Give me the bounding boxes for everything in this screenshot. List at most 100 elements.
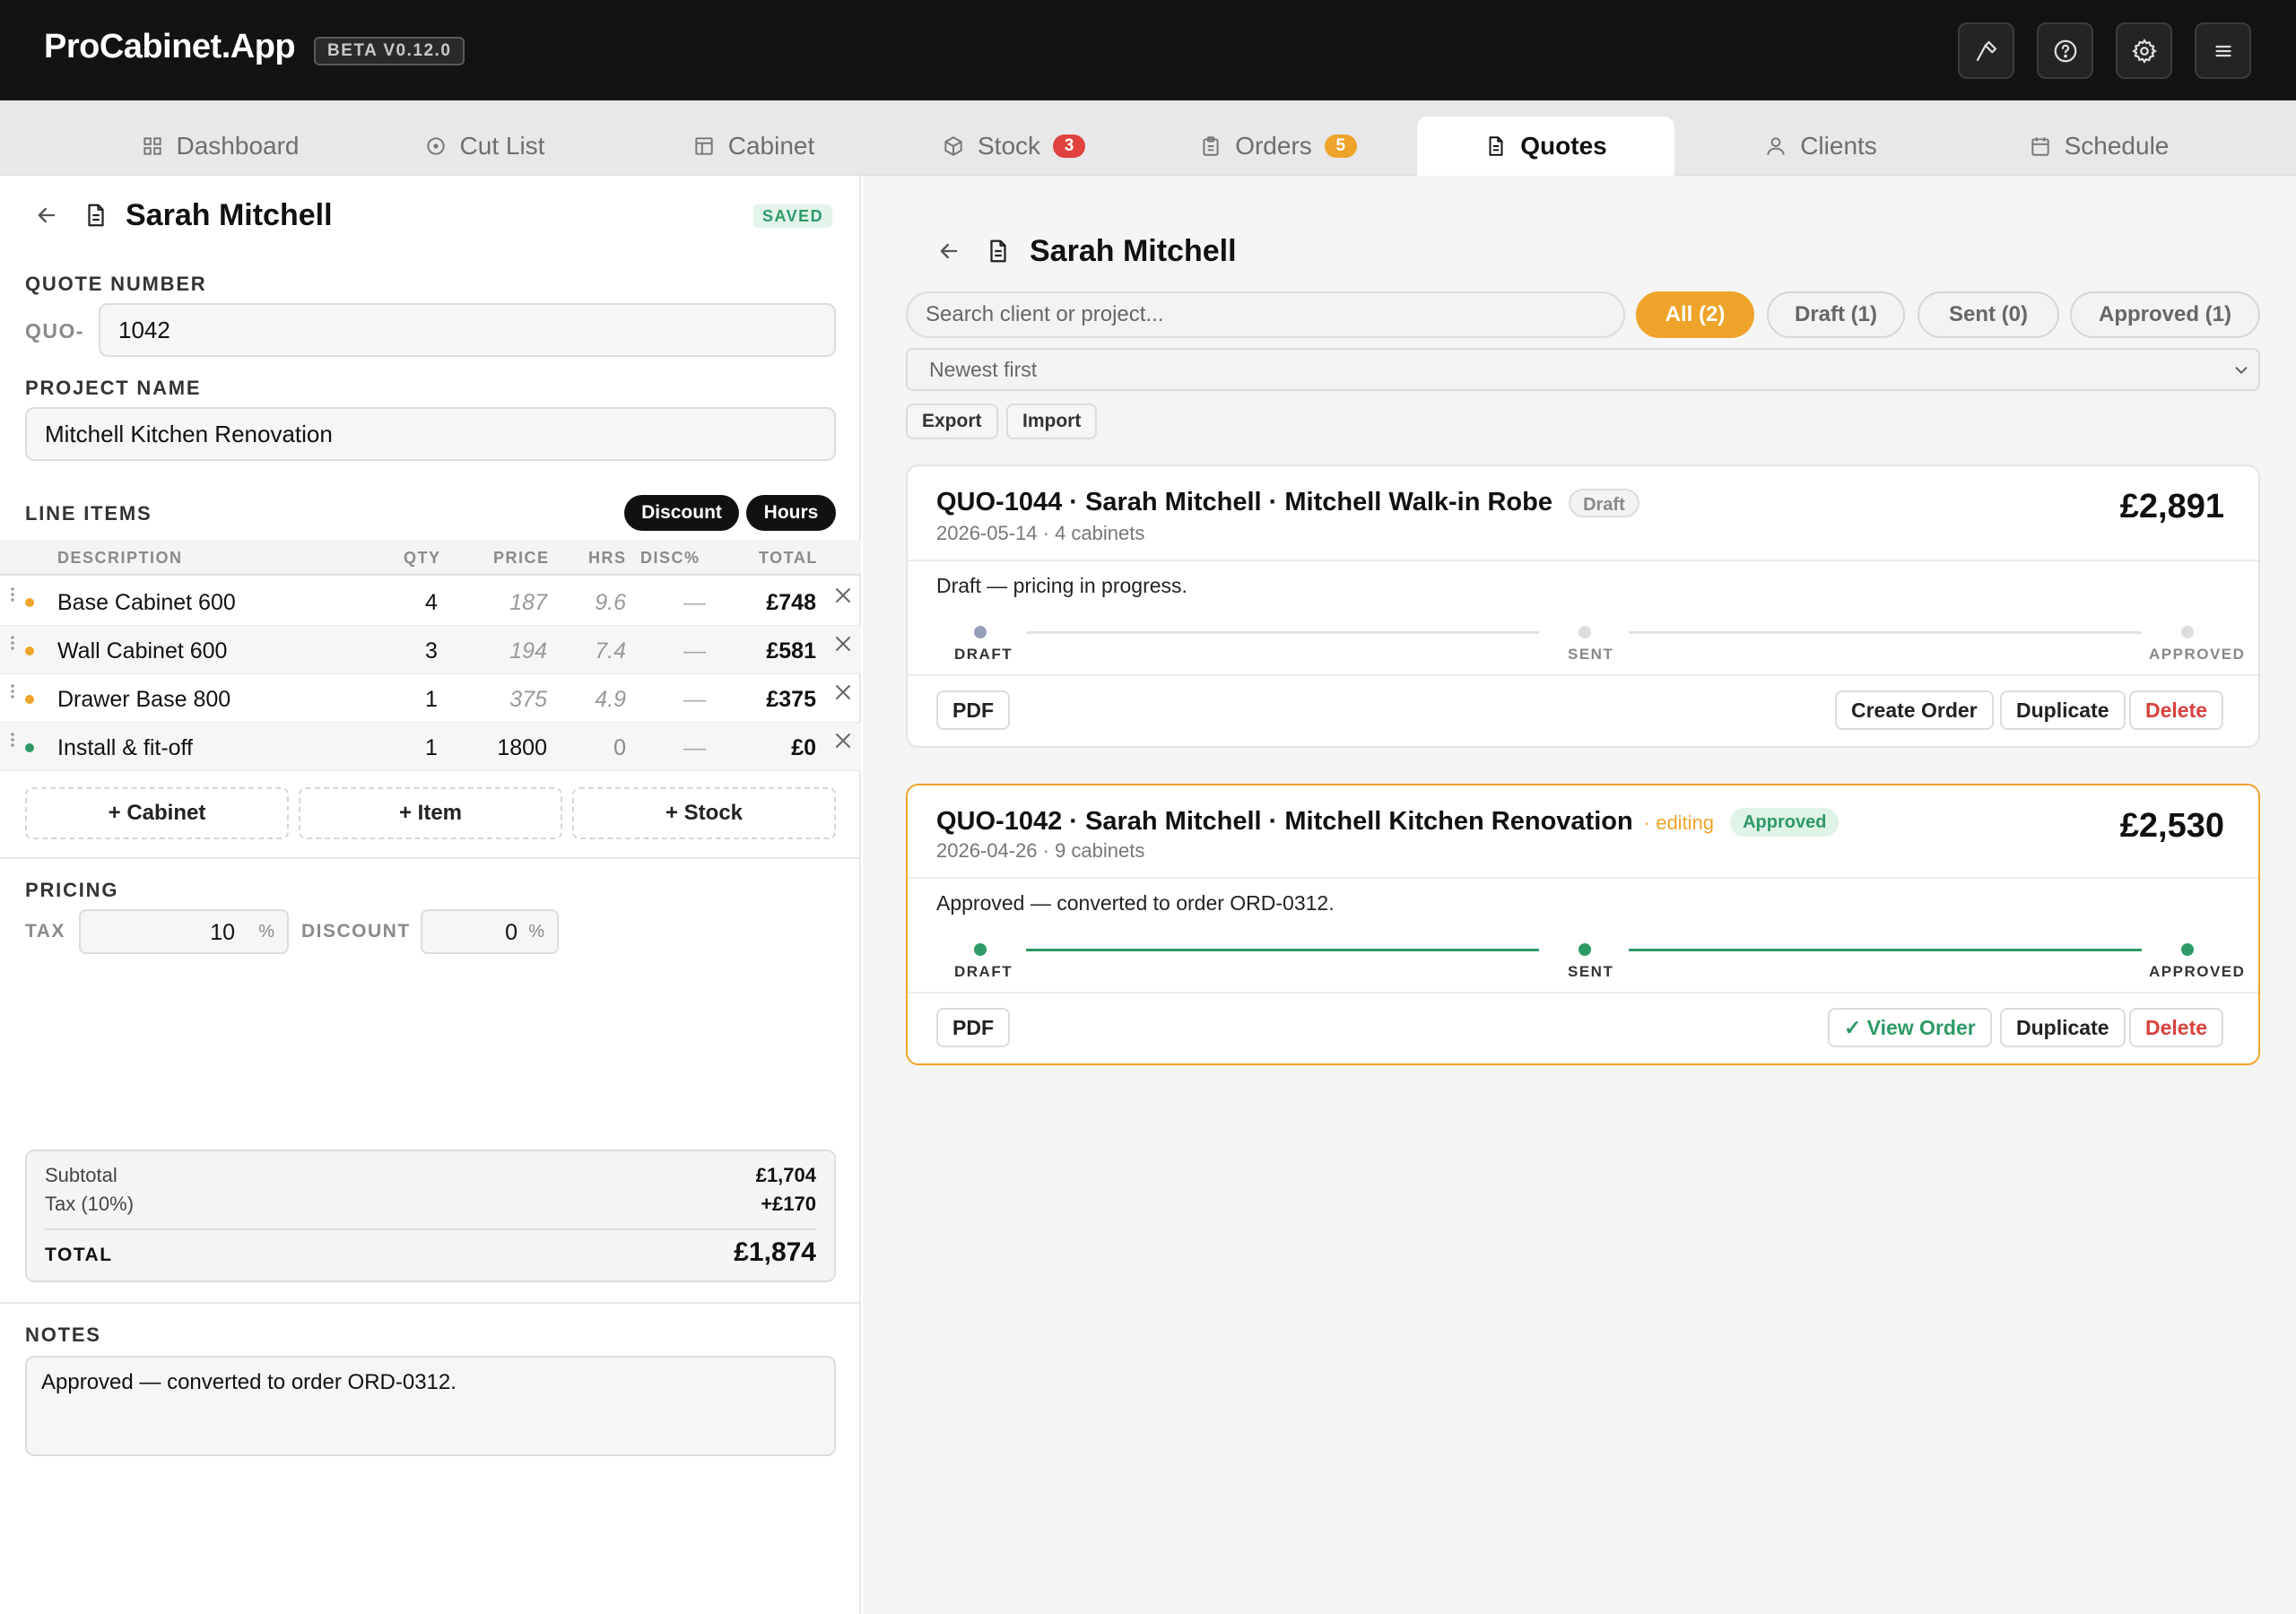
total-value: £1,874 xyxy=(734,1237,816,1267)
app-name: ProCabinet.App xyxy=(44,28,296,65)
export-button[interactable]: Export xyxy=(906,404,998,439)
item-description[interactable]: Install & fit-off xyxy=(57,735,193,761)
stage-label-draft: DRAFT xyxy=(954,963,1013,980)
view-order-button[interactable]: ✓ View Order xyxy=(1828,1008,1992,1047)
item-description[interactable]: Base Cabinet 600 xyxy=(57,590,236,616)
quote-card-selected[interactable]: QUO-1042 · Sarah Mitchell · Mitchell Kit… xyxy=(906,784,2260,1065)
drag-handle-icon[interactable] xyxy=(11,586,14,603)
item-hours[interactable]: 7.4 xyxy=(595,638,626,664)
tax-input[interactable]: 10 % xyxy=(79,909,289,954)
item-description[interactable]: Wall Cabinet 600 xyxy=(57,638,227,664)
filter-approved[interactable]: Approved (1) xyxy=(2070,291,2260,338)
discount-input[interactable]: 0 % xyxy=(421,909,559,954)
progress-dot-draft xyxy=(974,943,987,956)
add-cabinet-button[interactable]: + Cabinet xyxy=(25,787,289,839)
back-arrow-icon[interactable] xyxy=(936,239,961,264)
item-discount[interactable]: — xyxy=(683,638,706,664)
quote-meta: 2026-05-14 · 4 cabinets xyxy=(936,522,1145,544)
help-button[interactable] xyxy=(2037,22,2093,79)
search-input[interactable]: Search client or project... xyxy=(906,291,1625,338)
item-hours[interactable]: 4.9 xyxy=(595,687,626,713)
tab-orders[interactable]: Orders 5 xyxy=(1184,117,1372,176)
pdf-button[interactable]: PDF xyxy=(936,1008,1010,1047)
tab-label: Quotes xyxy=(1520,132,1607,160)
tools-button[interactable] xyxy=(1958,22,2014,79)
quote-number-input[interactable]: 1042 xyxy=(99,303,836,357)
document-icon xyxy=(990,239,1006,263)
item-type-dot xyxy=(25,646,34,655)
remove-item-icon[interactable] xyxy=(832,681,854,703)
drag-handle-icon[interactable] xyxy=(11,732,14,748)
line-item-row: Install & fit-off 1 1800 0 — £0 xyxy=(0,723,861,771)
tax-label: TAX xyxy=(25,921,65,941)
item-discount[interactable]: — xyxy=(683,735,706,761)
saw-icon xyxy=(426,137,445,155)
top-bar: ProCabinet.App BETA V0.12.0 xyxy=(0,0,2296,100)
filter-sent[interactable]: Sent (0) xyxy=(1918,291,2059,338)
remove-item-icon[interactable] xyxy=(832,585,854,606)
tab-cabinet[interactable]: Cabinet xyxy=(664,117,843,176)
quotes-list-panel: Sarah Mitchell Search client or project.… xyxy=(863,176,2296,1614)
filter-draft[interactable]: Draft (1) xyxy=(1767,291,1905,338)
tab-dashboard[interactable]: Dashboard xyxy=(117,117,323,176)
item-qty[interactable]: 3 xyxy=(425,638,438,664)
item-price[interactable]: 187 xyxy=(509,590,547,616)
tab-bar: Dashboard Cut List Cabinet Stock 3 Order… xyxy=(0,100,2296,176)
item-qty[interactable]: 1 xyxy=(425,735,438,761)
drag-handle-icon[interactable] xyxy=(11,683,14,699)
discount-toggle[interactable]: Discount xyxy=(624,495,739,531)
settings-button[interactable] xyxy=(2116,22,2172,79)
back-arrow-icon[interactable] xyxy=(34,203,59,228)
line-item-row: Drawer Base 800 1 375 4.9 — £375 xyxy=(0,674,861,723)
create-order-button[interactable]: Create Order xyxy=(1835,690,1994,730)
tab-quotes[interactable]: Quotes xyxy=(1417,117,1674,176)
tab-label: Dashboard xyxy=(176,132,300,160)
item-price[interactable]: 375 xyxy=(509,687,547,713)
progress-dot-draft xyxy=(974,626,987,638)
item-qty[interactable]: 1 xyxy=(425,687,438,713)
item-discount[interactable]: — xyxy=(683,590,706,616)
tab-clients[interactable]: Clients xyxy=(1731,117,1910,176)
project-name-input[interactable]: Mitchell Kitchen Renovation xyxy=(25,407,836,461)
duplicate-button[interactable]: Duplicate xyxy=(2000,690,2126,730)
item-price[interactable]: 1800 xyxy=(497,735,547,761)
divider xyxy=(0,1302,861,1304)
tax-line-label: Tax (10%) xyxy=(45,1193,135,1215)
hours-toggle[interactable]: Hours xyxy=(746,495,836,531)
drag-handle-icon[interactable] xyxy=(11,635,14,651)
item-total: £375 xyxy=(766,687,816,712)
tab-cut-list[interactable]: Cut List xyxy=(395,117,574,176)
item-hours[interactable]: 0 xyxy=(613,735,626,761)
delete-button[interactable]: Delete xyxy=(2129,690,2224,730)
add-item-button[interactable]: + Item xyxy=(299,787,562,839)
remove-item-icon[interactable] xyxy=(832,730,854,751)
progress-line xyxy=(1629,631,2142,634)
line-item-row: Base Cabinet 600 4 187 9.6 — £748 xyxy=(0,577,861,626)
quote-title: QUO-1044 · Sarah Mitchell · Mitchell Wal… xyxy=(936,488,1552,516)
stock-count-badge: 3 xyxy=(1053,134,1086,158)
tab-schedule[interactable]: Schedule xyxy=(1991,117,2206,176)
menu-button[interactable] xyxy=(2195,22,2251,79)
pdf-button[interactable]: PDF xyxy=(936,690,1010,730)
item-discount[interactable]: — xyxy=(683,687,706,713)
document-icon xyxy=(1489,136,1503,156)
add-stock-button[interactable]: + Stock xyxy=(572,787,836,839)
tab-stock[interactable]: Stock 3 xyxy=(924,117,1103,176)
notes-textarea[interactable]: Approved — converted to order ORD-0312. xyxy=(25,1356,836,1456)
discount-percent-sign: % xyxy=(528,922,544,941)
filter-all[interactable]: All (2) xyxy=(1636,291,1754,338)
delete-button[interactable]: Delete xyxy=(2129,1008,2224,1047)
col-total: TOTAL xyxy=(759,549,818,567)
sort-select[interactable]: Newest first xyxy=(906,348,2260,391)
remove-item-icon[interactable] xyxy=(832,633,854,655)
tab-label: Cabinet xyxy=(727,132,815,160)
quote-editor-panel: Sarah Mitchell SAVED QUOTE NUMBER QUO- 1… xyxy=(0,176,861,1614)
duplicate-button[interactable]: Duplicate xyxy=(2000,1008,2126,1047)
import-button[interactable]: Import xyxy=(1006,404,1098,439)
quote-card[interactable]: QUO-1044 · Sarah Mitchell · Mitchell Wal… xyxy=(906,464,2260,748)
item-hours[interactable]: 9.6 xyxy=(595,590,626,616)
item-qty[interactable]: 4 xyxy=(425,590,438,616)
item-price[interactable]: 194 xyxy=(509,638,547,664)
tax-percent-sign: % xyxy=(258,922,274,941)
item-description[interactable]: Drawer Base 800 xyxy=(57,687,230,713)
